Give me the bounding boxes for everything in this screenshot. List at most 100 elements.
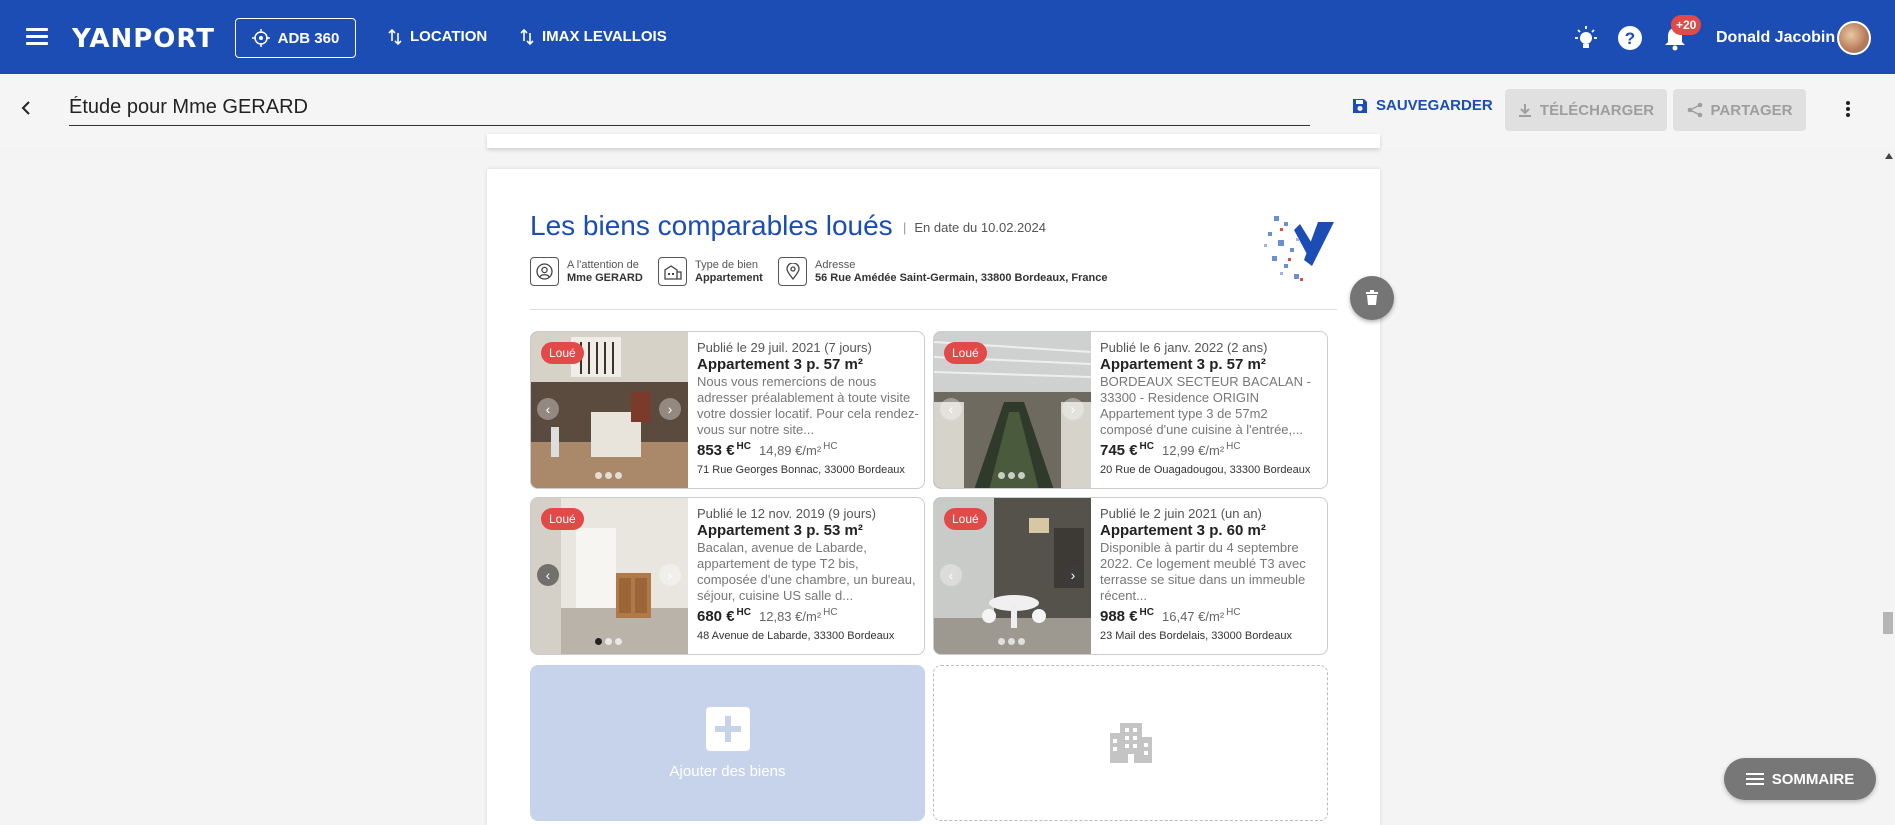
section-date: | En date du 10.02.2024 (903, 220, 1046, 235)
save-label: SAUVEGARDER (1376, 97, 1493, 114)
property-card-3[interactable]: Loué ‹ › Publié le 12 nov. 2019 (9 jours… (530, 497, 925, 655)
next-photo-icon[interactable]: › (659, 564, 681, 586)
add-box-icon (705, 706, 750, 751)
download-label: TÉLÉCHARGER (1539, 101, 1655, 119)
download-button[interactable]: TÉLÉCHARGER (1505, 89, 1667, 131)
more-vert-icon[interactable] (1841, 101, 1855, 121)
save-button[interactable]: SAUVEGARDER (1352, 97, 1493, 114)
photo-pager (595, 638, 622, 645)
price: 745 € (1100, 442, 1138, 459)
lightbulb-icon[interactable] (1573, 25, 1599, 51)
building-icon (658, 257, 687, 286)
add-properties-button[interactable]: Ajouter des biens (530, 665, 925, 821)
person-circle-icon (530, 257, 559, 286)
property-address: 23 Mail des Bordelais, 33000 Bordeaux (1100, 630, 1293, 642)
apartment-building-icon (1109, 723, 1152, 763)
price-per-m2: 12,99 €/m² (1162, 443, 1225, 458)
photo-pager (998, 472, 1025, 479)
published-date: Publié le 2 juin 2021 (un an) (1100, 506, 1262, 521)
scrollbar-track[interactable] (1881, 148, 1895, 825)
property-card-1[interactable]: Loué ‹ › Publié le 29 juil. 2021 (7 jour… (530, 331, 925, 489)
price-row: 680 € HC 12,83 €/m² HC (697, 607, 919, 625)
prev-photo-icon[interactable]: ‹ (940, 398, 962, 420)
yanport-logo[interactable]: YANPORT (72, 24, 215, 54)
crosshair-icon (251, 29, 270, 47)
meta-property-type: Type de bien Appartement (658, 257, 763, 286)
property-card-2[interactable]: Loué ‹ › Publié le 6 janv. 2022 (2 ans) … (933, 331, 1328, 489)
property-address: 20 Rue de Ouagadougou, 33300 Bordeaux (1100, 464, 1311, 476)
empty-property-slot (933, 665, 1328, 821)
location-pin-icon (778, 257, 807, 286)
prev-photo-icon[interactable]: ‹ (537, 398, 559, 420)
meta-address: Adresse 56 Rue Amédée Saint-Germain, 3380… (778, 257, 1107, 286)
scroll-up-icon[interactable] (1885, 153, 1893, 159)
property-title: Appartement 3 p. 53 m² (697, 522, 863, 539)
price-unit: HC (736, 607, 751, 618)
price-row: 853 € HC 14,89 €/m² HC (697, 441, 919, 459)
location-switch[interactable]: LOCATION (388, 28, 487, 45)
swap-vertical-icon (388, 28, 402, 45)
top-app-bar: YANPORT ADB 360 LOCATION IMAX LEVALLOIS … (0, 0, 1895, 74)
swap-vertical-icon (520, 28, 534, 45)
adb360-button[interactable]: ADB 360 (235, 18, 356, 58)
price-m2-unit: HC (1226, 441, 1241, 452)
logo-text: YANPORT (72, 24, 215, 54)
address-label: Adresse (815, 258, 856, 271)
meta-attention: A l'attention de Mme GERARD (530, 257, 643, 286)
address-value: 56 Rue Amédée Saint-Germain, 33800 Borde… (815, 271, 1108, 284)
property-address: 71 Rue Georges Bonnac, 33000 Bordeaux (697, 464, 905, 476)
attention-value: Mme GERARD (567, 271, 643, 284)
attention-label: A l'attention de (567, 258, 639, 271)
property-card-4[interactable]: Loué ‹ › Publié le 2 juin 2021 (un an) A… (933, 497, 1328, 655)
study-title-input[interactable] (69, 90, 1310, 126)
avatar[interactable] (1837, 21, 1871, 55)
summary-label: SOMMAIRE (1771, 770, 1855, 788)
section-title: Les biens comparables loués (530, 210, 893, 241)
photo-pager (595, 472, 622, 479)
price-unit: HC (1139, 607, 1154, 618)
next-photo-icon[interactable]: › (1062, 564, 1084, 586)
chevron-left-icon[interactable] (18, 100, 34, 116)
scrollbar-thumb[interactable] (1883, 612, 1893, 634)
rented-badge: Loué (541, 508, 584, 530)
list-icon (1745, 770, 1764, 788)
help-icon[interactable]: ? (1617, 25, 1643, 51)
published-date: Publié le 6 janv. 2022 (2 ans) (1100, 340, 1268, 355)
property-title: Appartement 3 p. 60 m² (1100, 522, 1266, 539)
location-label: LOCATION (410, 28, 488, 45)
property-title: Appartement 3 p. 57 m² (1100, 356, 1266, 373)
adb360-label: ADB 360 (277, 29, 340, 47)
rented-badge: Loué (944, 508, 987, 530)
share-button[interactable]: PARTAGER (1673, 89, 1806, 131)
prev-photo-icon[interactable]: ‹ (537, 564, 559, 586)
price-m2-unit: HC (823, 607, 838, 618)
published-date: Publié le 12 nov. 2019 (9 jours) (697, 506, 876, 521)
photo-pager (998, 638, 1025, 645)
property-address: 48 Avenue de Labarde, 33300 Bordeaux (697, 630, 895, 642)
add-properties-label: Ajouter des biens (669, 762, 786, 780)
type-label: Type de bien (695, 258, 758, 271)
agency-switch[interactable]: IMAX LEVALLOIS (520, 28, 667, 45)
price-m2-unit: HC (1226, 607, 1241, 618)
rented-badge: Loué (944, 342, 987, 364)
next-photo-icon[interactable]: › (659, 398, 681, 420)
user-name[interactable]: Donald Jacobin (1716, 29, 1835, 47)
price-per-m2: 12,83 €/m² (759, 609, 822, 624)
share-icon (1687, 102, 1702, 118)
download-icon (1518, 104, 1531, 117)
yanport-brand-logo (1264, 216, 1334, 281)
svg-text:?: ? (1625, 29, 1635, 48)
price-row: 745 € HC 12,99 €/m² HC (1100, 441, 1322, 459)
summary-button[interactable]: SOMMAIRE (1724, 758, 1876, 800)
trash-icon (1366, 290, 1378, 305)
type-value: Appartement (695, 271, 763, 284)
share-label: PARTAGER (1710, 101, 1793, 119)
menu-icon[interactable] (26, 28, 48, 46)
property-description: Nous vous remercions de nous adresser pr… (697, 374, 919, 437)
price-per-m2: 14,89 €/m² (759, 443, 822, 458)
delete-section-button[interactable] (1350, 276, 1394, 320)
section-divider (530, 309, 1337, 310)
prev-photo-icon[interactable]: ‹ (940, 564, 962, 586)
price-per-m2: 16,47 €/m² (1162, 609, 1225, 624)
next-photo-icon[interactable]: › (1062, 398, 1084, 420)
